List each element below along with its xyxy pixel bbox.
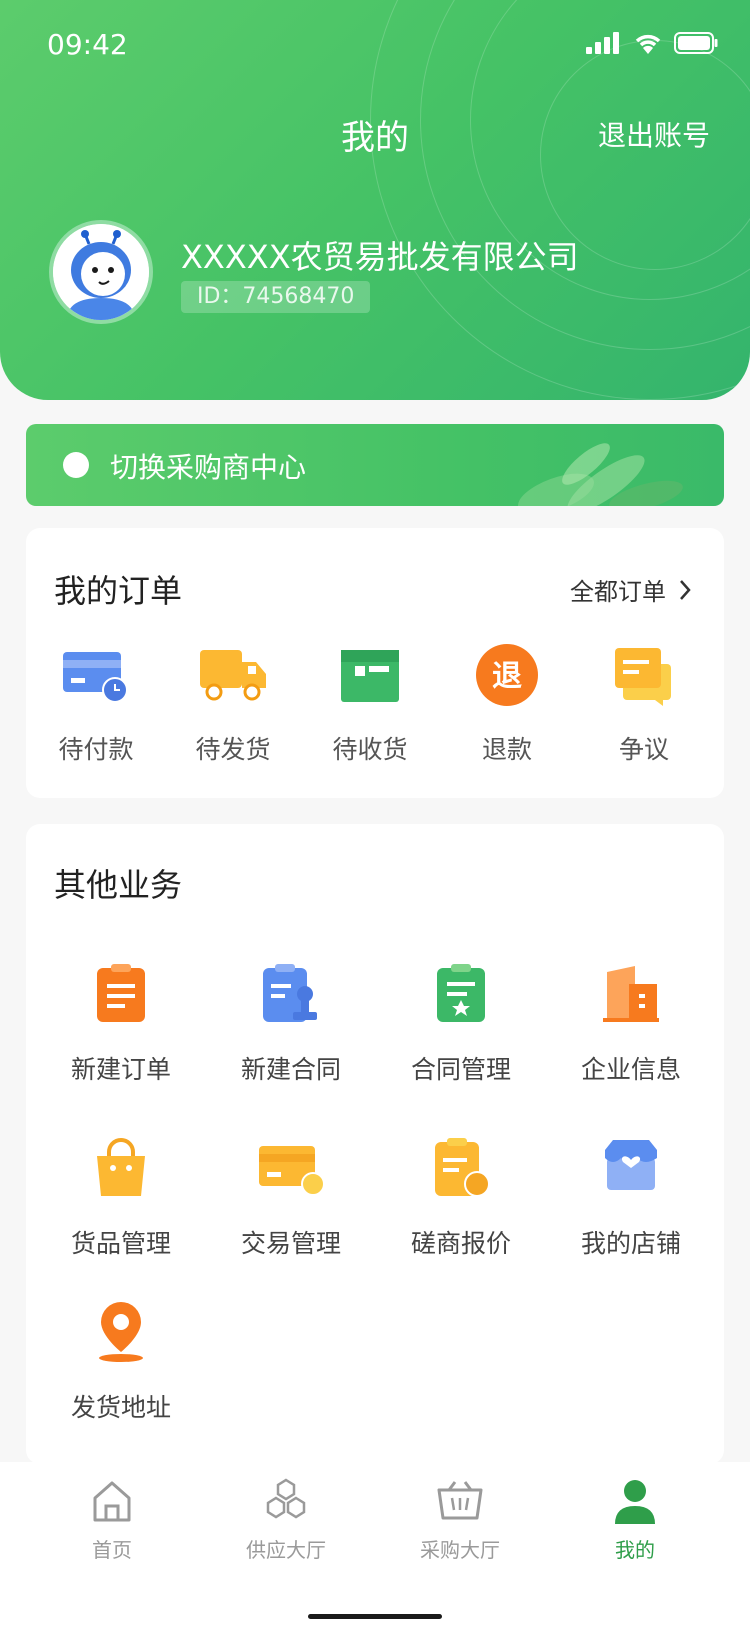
tab-supply-hall[interactable]: 供应大厅 xyxy=(206,1476,366,1563)
signal-icon xyxy=(586,32,619,54)
card-clock-icon xyxy=(63,652,128,703)
biz-shipping-address[interactable]: 发货地址 xyxy=(36,1300,206,1424)
clipboard-star-icon xyxy=(437,964,485,1022)
card-coin-icon xyxy=(259,1146,325,1196)
shopping-bag-icon xyxy=(97,1138,145,1196)
user-icon xyxy=(615,1480,655,1524)
biz-contract-management[interactable]: 合同管理 xyxy=(376,962,546,1086)
tab-mine[interactable]: 我的 xyxy=(555,1476,715,1563)
bottom-tab-bar: 首页 供应大厅 采购大厅 我的 xyxy=(0,1462,750,1626)
biz-item-label: 合同管理 xyxy=(410,1055,511,1084)
robot-avatar-icon xyxy=(53,224,149,320)
status-time: 09:42 xyxy=(47,28,128,61)
refund-icon: 退 xyxy=(476,644,538,706)
building-icon xyxy=(603,966,659,1022)
all-orders-label: 全都订单 xyxy=(570,578,666,606)
clipboard-icon xyxy=(97,964,145,1022)
tab-label: 采购大厅 xyxy=(420,1538,500,1562)
order-pending-receipt[interactable]: 待收货 xyxy=(305,644,435,766)
switch-label: 切换采购商中心 xyxy=(110,451,307,484)
all-orders-link[interactable]: 全都订单 xyxy=(570,572,692,607)
biz-company-info[interactable]: 企业信息 xyxy=(546,962,716,1086)
biz-new-contract[interactable]: 新建合同 xyxy=(206,962,376,1086)
order-refund[interactable]: 退 退款 xyxy=(442,644,572,766)
leaves-decoration-icon xyxy=(518,443,683,506)
wifi-icon xyxy=(635,34,661,54)
my-orders-card: 我的订单 全都订单 待付款 待发货 待收货 退 退款 争议 xyxy=(26,528,724,798)
order-dispute[interactable]: 争议 xyxy=(579,644,709,766)
order-item-label: 待发货 xyxy=(195,735,271,764)
switch-buyer-center-button[interactable]: 切换采购商中心 xyxy=(26,424,724,506)
tab-label: 首页 xyxy=(92,1538,132,1562)
biz-item-label: 我的店铺 xyxy=(580,1229,681,1258)
store-heart-icon xyxy=(605,1140,657,1190)
orders-title: 我的订单 xyxy=(54,572,183,610)
svg-text:退: 退 xyxy=(492,659,522,694)
contract-stamp-icon xyxy=(263,964,317,1022)
order-item-label: 争议 xyxy=(618,735,669,764)
biz-item-label: 企业信息 xyxy=(580,1055,681,1084)
biz-item-label: 磋商报价 xyxy=(410,1229,511,1258)
biz-new-order[interactable]: 新建订单 xyxy=(36,962,206,1086)
home-indicator[interactable] xyxy=(308,1614,442,1619)
biz-goods-management[interactable]: 货品管理 xyxy=(36,1136,206,1260)
biz-item-label: 货品管理 xyxy=(70,1229,171,1258)
order-pending-shipment[interactable]: 待发货 xyxy=(168,644,298,766)
basket-icon xyxy=(437,1481,483,1520)
company-name: XXXXX农贸易批发有限公司 xyxy=(181,238,579,276)
business-title: 其他业务 xyxy=(54,866,183,904)
tab-purchase-hall[interactable]: 采购大厅 xyxy=(380,1476,540,1563)
biz-item-label: 交易管理 xyxy=(240,1229,341,1258)
biz-item-label: 发货地址 xyxy=(70,1393,171,1422)
clipboard-coin-icon xyxy=(435,1138,490,1197)
tab-label: 供应大厅 xyxy=(246,1538,326,1562)
battery-icon xyxy=(674,32,718,54)
truck-icon xyxy=(200,650,266,701)
order-item-label: 待收货 xyxy=(332,735,408,764)
tab-home[interactable]: 首页 xyxy=(32,1476,192,1563)
biz-item-label: 新建订单 xyxy=(70,1055,171,1084)
tab-label: 我的 xyxy=(615,1538,655,1562)
order-item-label: 退款 xyxy=(481,735,532,764)
location-pin-icon xyxy=(99,1302,143,1362)
profile-header: 09:42 我的 退出账号 XXXXX农贸易批发有限公司 ID：74568470 xyxy=(0,0,750,400)
avatar[interactable] xyxy=(49,220,153,324)
logout-button[interactable]: 退出账号 xyxy=(598,114,710,154)
box-icon xyxy=(341,650,399,702)
user-id-badge: ID：74568470 xyxy=(181,281,371,313)
biz-item-label: 新建合同 xyxy=(240,1055,341,1084)
biz-my-store[interactable]: 我的店铺 xyxy=(546,1136,716,1260)
order-pending-payment[interactable]: 待付款 xyxy=(31,644,161,766)
biz-negotiation-quote[interactable]: 磋商报价 xyxy=(376,1136,546,1260)
chevron-right-icon xyxy=(680,579,691,600)
other-business-card: 其他业务 新建订单 新建合同 合同管理 企业信息 货品管理 交易管理 磋商报价 … xyxy=(26,824,724,1464)
order-item-label: 待付款 xyxy=(58,735,134,764)
chat-icon xyxy=(615,648,671,706)
biz-transaction-management[interactable]: 交易管理 xyxy=(206,1136,376,1260)
hexagons-icon xyxy=(266,1478,306,1519)
status-icons xyxy=(586,32,718,54)
switch-indicator-dot xyxy=(63,452,89,478)
home-icon xyxy=(93,1481,131,1522)
